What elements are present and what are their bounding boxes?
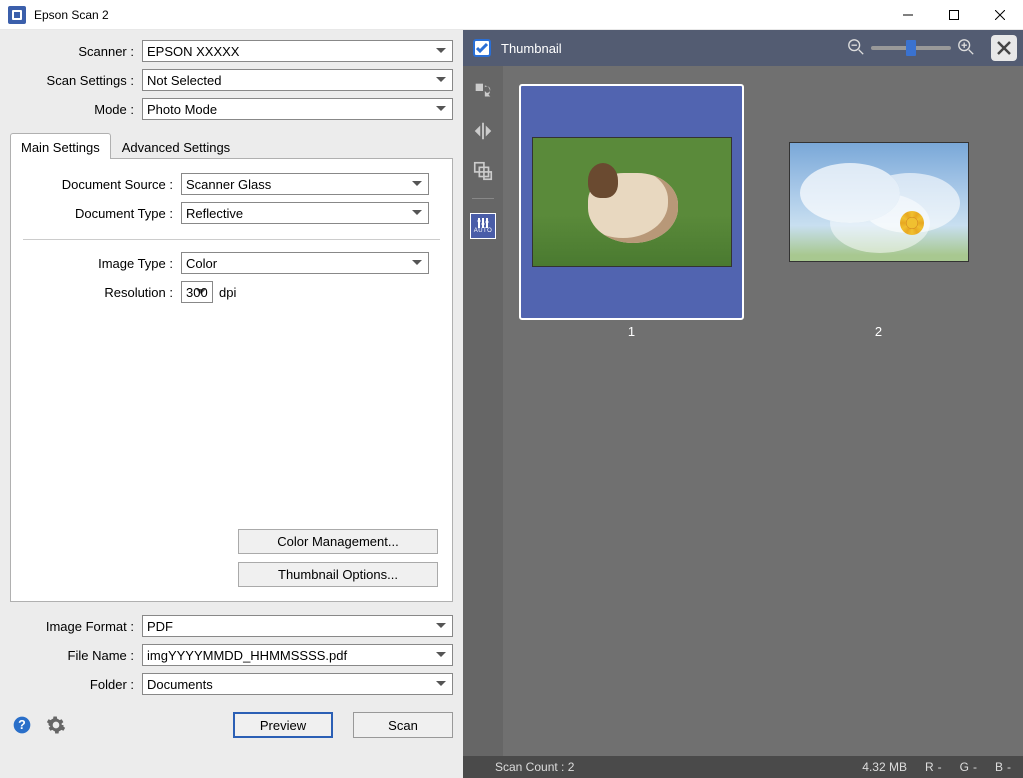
status-b: B- bbox=[995, 760, 1011, 774]
main-settings-panel: Document Source : Scanner Glass Document… bbox=[10, 158, 453, 602]
thumbnail-frame-selected bbox=[519, 84, 744, 320]
scan-settings-select[interactable]: Not Selected bbox=[142, 69, 453, 91]
image-format-label: Image Format : bbox=[10, 619, 142, 634]
resolution-unit: dpi bbox=[219, 285, 236, 300]
maximize-button[interactable] bbox=[931, 0, 977, 29]
minimize-button[interactable] bbox=[885, 0, 931, 29]
thumbnail-index: 1 bbox=[519, 320, 744, 339]
thumbnail-image bbox=[789, 142, 969, 262]
document-source-select[interactable]: Scanner Glass bbox=[181, 173, 429, 195]
tab-main-settings[interactable]: Main Settings bbox=[10, 133, 111, 159]
close-preview-icon[interactable] bbox=[991, 35, 1017, 61]
mode-label: Mode : bbox=[10, 102, 142, 117]
scan-settings-label: Scan Settings : bbox=[10, 73, 142, 88]
resolution-select[interactable]: 300 bbox=[181, 281, 213, 303]
zoom-slider[interactable] bbox=[871, 46, 951, 50]
auto-adjust-icon[interactable]: AUTO bbox=[470, 213, 496, 239]
thumbnail-options-button[interactable]: Thumbnail Options... bbox=[238, 562, 438, 587]
thumbnail-item[interactable]: 1 bbox=[519, 84, 744, 339]
folder-select[interactable]: Documents bbox=[142, 673, 453, 695]
sidebar-divider bbox=[472, 198, 494, 199]
preview-button[interactable]: Preview bbox=[233, 712, 333, 738]
status-g: G- bbox=[960, 760, 977, 774]
rotate-icon[interactable] bbox=[470, 78, 496, 104]
settings-panel: Scanner : EPSON XXXXX Scan Settings : No… bbox=[0, 30, 463, 778]
help-icon[interactable]: ? bbox=[10, 713, 34, 737]
svg-text:?: ? bbox=[18, 718, 26, 732]
zoom-out-icon[interactable] bbox=[847, 38, 865, 59]
thumbnail-image bbox=[532, 137, 732, 267]
select-all-icon[interactable] bbox=[470, 158, 496, 184]
thumbnail-item[interactable]: 2 bbox=[766, 84, 991, 339]
status-size: 4.32 MB bbox=[862, 760, 907, 774]
thumbnail-frame bbox=[766, 84, 991, 320]
file-name-select[interactable]: imgYYYYMMDD_HHMMSSSS.pdf bbox=[142, 644, 453, 666]
document-type-label: Document Type : bbox=[23, 206, 181, 221]
mirror-icon[interactable] bbox=[470, 118, 496, 144]
status-scan-count: Scan Count : 2 bbox=[495, 760, 844, 774]
mode-select[interactable]: Photo Mode bbox=[142, 98, 453, 120]
image-type-label: Image Type : bbox=[23, 256, 181, 271]
preview-panel: Thumbnail bbox=[463, 30, 1023, 778]
thumbnail-index: 2 bbox=[766, 320, 991, 339]
file-name-label: File Name : bbox=[10, 648, 142, 663]
document-source-label: Document Source : bbox=[23, 177, 181, 192]
thumbnail-label: Thumbnail bbox=[501, 41, 837, 56]
scan-button[interactable]: Scan bbox=[353, 712, 453, 738]
zoom-slider-thumb[interactable] bbox=[906, 40, 916, 56]
settings-icon[interactable] bbox=[44, 713, 68, 737]
divider bbox=[23, 239, 440, 240]
document-type-select[interactable]: Reflective bbox=[181, 202, 429, 224]
app-icon bbox=[8, 6, 26, 24]
folder-label: Folder : bbox=[10, 677, 142, 692]
window-title: Epson Scan 2 bbox=[34, 8, 885, 22]
auto-label: AUTO bbox=[474, 228, 493, 234]
resolution-label: Resolution : bbox=[23, 285, 181, 300]
status-bar: Scan Count : 2 4.32 MB R- G- B- bbox=[463, 756, 1023, 778]
tab-advanced-settings[interactable]: Advanced Settings bbox=[111, 133, 241, 159]
scanner-label: Scanner : bbox=[10, 44, 142, 59]
zoom-in-icon[interactable] bbox=[957, 38, 975, 59]
image-type-select[interactable]: Color bbox=[181, 252, 429, 274]
thumbnail-canvas: 1 2 bbox=[503, 66, 1023, 756]
scanner-select[interactable]: EPSON XXXXX bbox=[142, 40, 453, 62]
color-management-button[interactable]: Color Management... bbox=[238, 529, 438, 554]
thumbnail-checkbox[interactable] bbox=[473, 39, 491, 57]
image-format-select[interactable]: PDF bbox=[142, 615, 453, 637]
status-r: R- bbox=[925, 760, 942, 774]
close-button[interactable] bbox=[977, 0, 1023, 29]
title-bar: Epson Scan 2 bbox=[0, 0, 1023, 30]
